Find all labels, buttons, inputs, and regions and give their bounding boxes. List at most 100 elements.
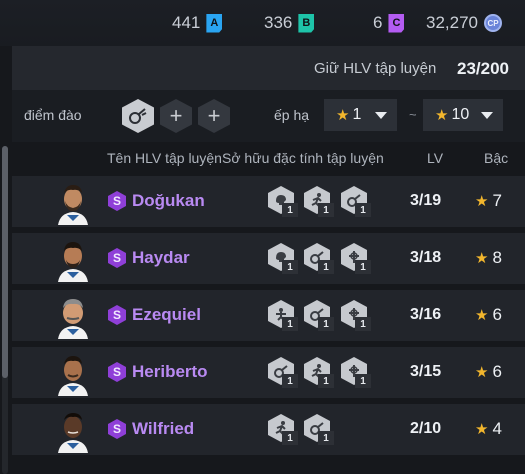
currency-bar: 441 A 336 B 6 C 32,270 CP: [0, 0, 525, 46]
trait-slot[interactable]: 1: [268, 357, 298, 389]
trainer-level: 3/18: [410, 249, 442, 266]
currency-a-value: 441: [172, 13, 201, 32]
trainer-name: Doğukan: [132, 191, 205, 210]
trait-slot[interactable]: 1: [304, 357, 334, 389]
trainer-row[interactable]: S Wilfried 1 1 2/10 ★ 4: [12, 404, 525, 455]
trait-level: 1: [318, 431, 334, 445]
column-header-lv: LV: [427, 150, 444, 166]
trainer-rank: ★ 6: [475, 362, 502, 381]
rank-max-select[interactable]: ★ 10: [423, 99, 503, 131]
avatar: [54, 350, 92, 396]
star-icon: ★: [475, 250, 489, 267]
trait-level: 1: [318, 260, 334, 274]
grade-badge: S: [108, 362, 126, 382]
trait-slot[interactable]: 1: [304, 243, 334, 275]
trainer-name: Wilfried: [132, 419, 195, 438]
trainer-rank: ★ 6: [475, 305, 502, 324]
rank-min-select[interactable]: ★ 1: [324, 99, 397, 131]
trainer-count-label: Giữ HLV tập luyện: [314, 60, 437, 77]
rank-max-value: 10: [451, 106, 470, 123]
trait-slot[interactable]: 1: [341, 243, 371, 275]
trait-level: 1: [318, 374, 334, 388]
rank-filter-label: ếp hạ: [274, 107, 310, 123]
trait-slot[interactable]: 1: [268, 300, 298, 332]
trait-filter-label: điểm đào: [24, 107, 82, 123]
trainer-level: 3/15: [410, 363, 442, 380]
trainer-level: 3/19: [410, 192, 442, 209]
currency-c-value: 6: [373, 13, 383, 32]
trait-level: 1: [355, 203, 371, 217]
trait-slot[interactable]: 1: [341, 186, 371, 218]
trait-level: 1: [282, 317, 298, 331]
trait-filter-add-2[interactable]: +: [198, 99, 230, 133]
currency-b-value: 336: [264, 13, 293, 32]
trait-slot[interactable]: 1: [341, 357, 371, 389]
trainer-row[interactable]: S Ezequiel 1 1 1 3/16 ★ 6: [12, 290, 525, 341]
trait-level: 1: [282, 203, 298, 217]
trainer-row[interactable]: S Heriberto 1 1 1 3/15 ★ 6: [12, 347, 525, 398]
trainer-row[interactable]: S Haydar 1 1 1 3/18 ★ 8: [12, 233, 525, 284]
grade-badge: S: [108, 305, 126, 325]
avatar: [54, 236, 92, 282]
star-icon: ★: [336, 107, 350, 124]
trainer-level: 3/16: [410, 306, 442, 323]
trainer-count-value: 23/200: [457, 59, 509, 78]
column-header-name: Tên HLV tập luyện: [107, 150, 222, 166]
range-separator: ~: [409, 107, 417, 122]
trait-slot[interactable]: 1: [304, 300, 334, 332]
trainer-level: 2/10: [410, 420, 442, 437]
avatar: [54, 293, 92, 339]
avatar: [54, 179, 92, 225]
trait-level: 1: [318, 203, 334, 217]
b-token-icon: B: [298, 13, 315, 33]
star-icon: ★: [475, 421, 489, 438]
currency-c: 6 C: [373, 12, 405, 34]
trait-slot[interactable]: 1: [304, 186, 334, 218]
currency-cp: 32,270 CP: [426, 12, 502, 34]
trainer-rank: ★ 8: [475, 248, 502, 267]
star-icon: ★: [475, 193, 489, 210]
star-icon: ★: [475, 307, 489, 324]
trait-level: 1: [318, 317, 334, 331]
rank-min-value: 1: [352, 106, 362, 123]
star-icon: ★: [475, 364, 489, 381]
a-token-icon: A: [206, 13, 223, 33]
currency-a: 441 A: [172, 12, 223, 34]
trait-filter-slot-1[interactable]: [122, 99, 154, 133]
chevron-down-icon: [481, 112, 493, 119]
trait-level: 1: [282, 374, 298, 388]
column-header-traits: Sở hữu đặc tính tập luyện: [222, 150, 384, 166]
trainer-name: Heriberto: [132, 362, 208, 381]
avatar: [54, 407, 92, 453]
trait-level: 1: [355, 260, 371, 274]
trait-filter-add-1[interactable]: +: [160, 99, 192, 133]
currency-b: 336 B: [264, 12, 315, 34]
filter-bar: điểm đào + + ếp hạ ★ 1 ~ ★ 10: [12, 90, 525, 142]
trainer-count-bar: Giữ HLV tập luyện 23/200: [12, 46, 525, 90]
trainer-row[interactable]: S Doğukan 1 1 1 3/19 ★ 7: [12, 176, 525, 227]
trainer-name: Ezequiel: [132, 305, 201, 324]
grade-badge: S: [108, 191, 126, 211]
column-header-rank: Bậc: [484, 150, 509, 166]
trainer-name: Haydar: [132, 248, 190, 267]
plus-icon: +: [169, 103, 183, 128]
trainer-rank: ★ 7: [475, 191, 502, 210]
trait-level: 1: [355, 374, 371, 388]
trait-level: 1: [282, 260, 298, 274]
trait-slot[interactable]: 1: [268, 414, 298, 446]
star-icon: ★: [435, 107, 449, 124]
plus-icon: +: [207, 103, 221, 128]
currency-cp-value: 32,270: [426, 13, 478, 32]
chevron-down-icon: [375, 112, 387, 119]
c-token-icon: C: [388, 13, 405, 33]
scrollbar-thumb[interactable]: [2, 146, 8, 378]
cp-coin-icon: CP: [484, 14, 502, 32]
trait-slot[interactable]: 1: [341, 300, 371, 332]
trait-slot[interactable]: 1: [268, 186, 298, 218]
trait-slot[interactable]: 1: [268, 243, 298, 275]
trait-slot[interactable]: 1: [304, 414, 334, 446]
grade-badge: S: [108, 419, 126, 439]
trait-level: 1: [282, 431, 298, 445]
trainer-rank: ★ 4: [475, 419, 502, 438]
grade-badge: S: [108, 248, 126, 268]
